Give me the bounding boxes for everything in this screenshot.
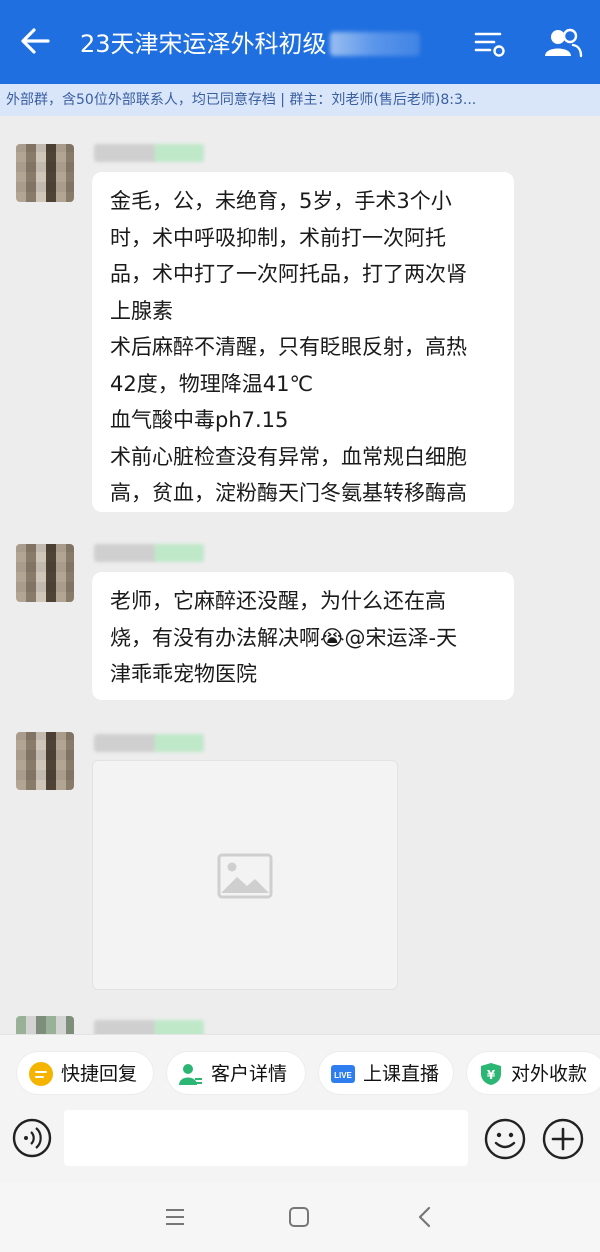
avatar[interactable] bbox=[16, 144, 74, 202]
message-line: 金毛，公，未绝育，5岁，手术3个小 bbox=[110, 189, 452, 213]
group-members-icon[interactable] bbox=[543, 26, 583, 60]
nav-home-icon[interactable] bbox=[284, 1202, 314, 1232]
sender-name-blurred bbox=[94, 144, 204, 162]
sender-name-blurred bbox=[94, 1020, 204, 1034]
list-settings-icon[interactable] bbox=[472, 26, 506, 60]
live-icon: LIVE bbox=[331, 1065, 355, 1083]
message-bubble[interactable]: 金毛，公，未绝育，5岁，手术3个小 时，术中呼吸抑制，术前打一次阿托 品，术中打… bbox=[92, 172, 514, 512]
quick-reply-icon bbox=[29, 1062, 53, 1086]
payment-label: 对外收款 bbox=[511, 1063, 588, 1085]
message-line: 术前心脏检查没有异常，血常规白细胞 bbox=[110, 444, 467, 469]
image-placeholder-icon bbox=[217, 853, 273, 899]
message-bubble[interactable]: 老师，它麻醉还没醒，为什么还在高 烧，有没有办法解决啊😭@宋运泽-天 津乖乖宠物… bbox=[92, 572, 514, 700]
avatar[interactable] bbox=[16, 544, 74, 602]
voice-icon[interactable] bbox=[12, 1118, 52, 1158]
quick-reply-label: 快捷回复 bbox=[61, 1063, 138, 1085]
title-blur-mask bbox=[330, 32, 420, 56]
message-line: 血气酸中毒ph7.15 bbox=[110, 408, 289, 432]
avatar[interactable] bbox=[16, 1016, 74, 1034]
customer-details-button[interactable]: 客户详情 bbox=[166, 1051, 306, 1095]
nav-menu-icon[interactable] bbox=[160, 1202, 190, 1232]
message-input[interactable] bbox=[64, 1110, 468, 1166]
plus-icon[interactable] bbox=[542, 1118, 584, 1160]
emoji-icon[interactable] bbox=[484, 1118, 526, 1160]
system-navigation-bar bbox=[0, 1182, 600, 1252]
message-line: 高，贫血，淀粉酶天门冬氨基转移酶高 bbox=[110, 481, 467, 505]
message-line: 品，术中打了一次阿托品，打了两次肾 bbox=[110, 262, 467, 286]
payment-button[interactable]: ¥ 对外收款 bbox=[466, 1051, 600, 1095]
avatar[interactable] bbox=[16, 732, 74, 790]
message-line: 津乖乖宠物医院 bbox=[110, 662, 257, 686]
group-info-bar[interactable]: 外部群，含50位外部联系人，均已同意存档 | 群主：刘老师(售后老师)8:3..… bbox=[0, 84, 600, 116]
message-line: 老师，它麻醉还没醒，为什么还在高 bbox=[110, 589, 446, 613]
message-input-bar bbox=[0, 1110, 600, 1182]
live-badge-text: LIVE bbox=[334, 1071, 352, 1080]
image-message[interactable] bbox=[92, 760, 398, 990]
payment-symbol: ¥ bbox=[487, 1068, 496, 1082]
customer-icon bbox=[179, 1064, 202, 1085]
back-arrow-icon[interactable] bbox=[18, 24, 52, 58]
shield-yuan-icon: ¥ bbox=[481, 1063, 501, 1085]
message-line: 上腺素 bbox=[110, 298, 173, 323]
quick-actions-bar: 快捷回复 客户详情 LIVE 上课直播 ¥ 对外收款 bbox=[0, 1034, 600, 1111]
message-line: 术后麻醉不清醒，只有眨眼反射，高热 bbox=[110, 335, 467, 359]
nav-back-icon[interactable] bbox=[410, 1202, 440, 1232]
live-class-label: 上课直播 bbox=[363, 1063, 440, 1085]
sender-name-blurred bbox=[94, 734, 204, 752]
message-line: 时，术中呼吸抑制，术前打一次阿托 bbox=[110, 225, 446, 250]
sender-name-blurred bbox=[94, 544, 204, 562]
live-class-button[interactable]: LIVE 上课直播 bbox=[318, 1051, 454, 1095]
chat-messages[interactable]: 金毛，公，未绝育，5岁，手术3个小 时，术中呼吸抑制，术前打一次阿托 品，术中打… bbox=[0, 116, 600, 1034]
message-line: 42度，物理降温41℃ bbox=[110, 371, 314, 396]
customer-details-label: 客户详情 bbox=[211, 1063, 288, 1085]
chat-header: 23天津宋运泽外科初级 bbox=[0, 0, 600, 84]
quick-reply-button[interactable]: 快捷回复 bbox=[16, 1051, 154, 1095]
message-line: 烧，有没有办法解决啊😭@宋运泽-天 bbox=[110, 625, 458, 650]
